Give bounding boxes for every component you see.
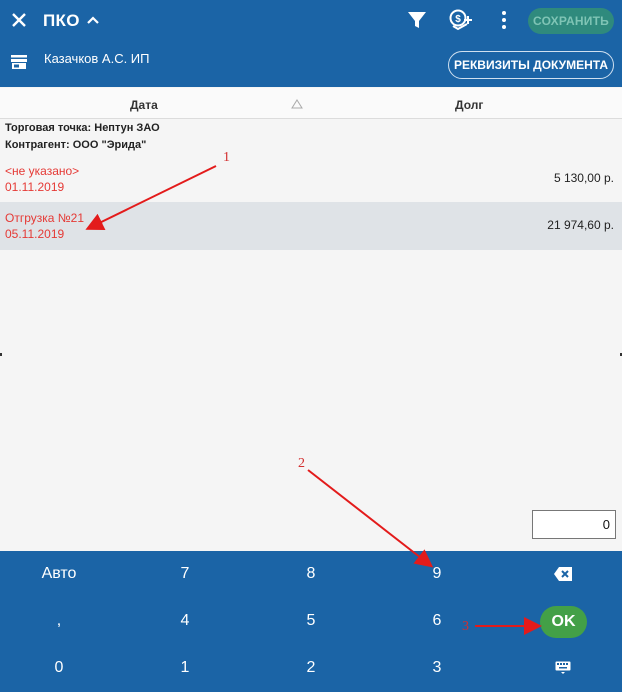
close-icon[interactable] bbox=[10, 9, 28, 31]
key-1[interactable]: 1 bbox=[122, 645, 248, 691]
key-5[interactable]: 5 bbox=[248, 598, 374, 644]
page-title: ПКО bbox=[43, 11, 80, 30]
chevron-up-icon[interactable] bbox=[86, 11, 100, 29]
key-6[interactable]: 6 bbox=[374, 598, 500, 644]
table-row-selected[interactable]: Отгрузка №21 05.11.2019 21 974,60 р. bbox=[0, 202, 622, 250]
key-4[interactable]: 4 bbox=[122, 598, 248, 644]
document-name: <не указано> bbox=[5, 164, 80, 178]
debt-amount: 21 974,60 р. bbox=[547, 218, 614, 232]
annotation-number: 1 bbox=[223, 150, 230, 165]
debt-amount: 5 130,00 р. bbox=[553, 171, 614, 185]
sort-icon[interactable] bbox=[291, 98, 303, 109]
key-3[interactable]: 3 bbox=[374, 645, 500, 691]
outlet-label: Торговая точка: Нептун ЗАО bbox=[5, 122, 160, 134]
company-name: Казачков А.С. ИП bbox=[44, 51, 150, 66]
toolbar: ПКО $ СОХРАНИТЬ bbox=[0, 0, 622, 40]
more-vert-icon[interactable] bbox=[498, 8, 510, 32]
company-row: Казачков А.С. ИП РЕКВИЗИТЫ ДОКУМЕНТА bbox=[0, 40, 622, 87]
app-bar: ПКО $ СОХРАНИТЬ Казачков А.С. ИП РЕКВИЗИ… bbox=[0, 0, 622, 87]
key-9[interactable]: 9 bbox=[374, 551, 500, 597]
save-button[interactable]: СОХРАНИТЬ bbox=[528, 8, 614, 34]
annotation-number: 2 bbox=[298, 456, 305, 471]
table-header: Дата Долг bbox=[0, 88, 622, 119]
add-payment-icon[interactable]: $ bbox=[448, 8, 474, 32]
annotation-number: 3 bbox=[462, 619, 469, 634]
document-date: 05.11.2019 bbox=[5, 227, 65, 241]
keyboard-icon[interactable] bbox=[500, 645, 622, 691]
date-column-header[interactable]: Дата bbox=[130, 98, 158, 112]
numeric-keypad: Авто 7 8 9 , 4 5 6 OK 0 1 2 3 bbox=[0, 551, 622, 692]
key-auto[interactable]: Авто bbox=[0, 551, 122, 597]
key-2[interactable]: 2 bbox=[248, 645, 374, 691]
backspace-key[interactable] bbox=[500, 551, 622, 597]
amount-input[interactable]: 0 bbox=[532, 510, 616, 539]
key-7[interactable]: 7 bbox=[122, 551, 248, 597]
ok-button[interactable]: OK bbox=[540, 606, 587, 638]
counterparty-label: Контрагент: ООО "Эрида" bbox=[5, 139, 147, 151]
edge-mark bbox=[0, 353, 2, 356]
key-0[interactable]: 0 bbox=[0, 645, 122, 691]
debt-column-header[interactable]: Долг bbox=[455, 98, 483, 112]
requisites-button[interactable]: РЕКВИЗИТЫ ДОКУМЕНТА bbox=[448, 51, 614, 79]
key-comma[interactable]: , bbox=[0, 598, 122, 644]
svg-text:$: $ bbox=[455, 14, 461, 25]
table-row[interactable]: <не указано> 01.11.2019 5 130,00 р. bbox=[0, 155, 622, 203]
store-icon bbox=[10, 53, 28, 71]
filter-icon[interactable] bbox=[406, 8, 428, 32]
key-8[interactable]: 8 bbox=[248, 551, 374, 597]
document-name: Отгрузка №21 bbox=[5, 211, 84, 225]
document-date: 01.11.2019 bbox=[5, 180, 65, 194]
